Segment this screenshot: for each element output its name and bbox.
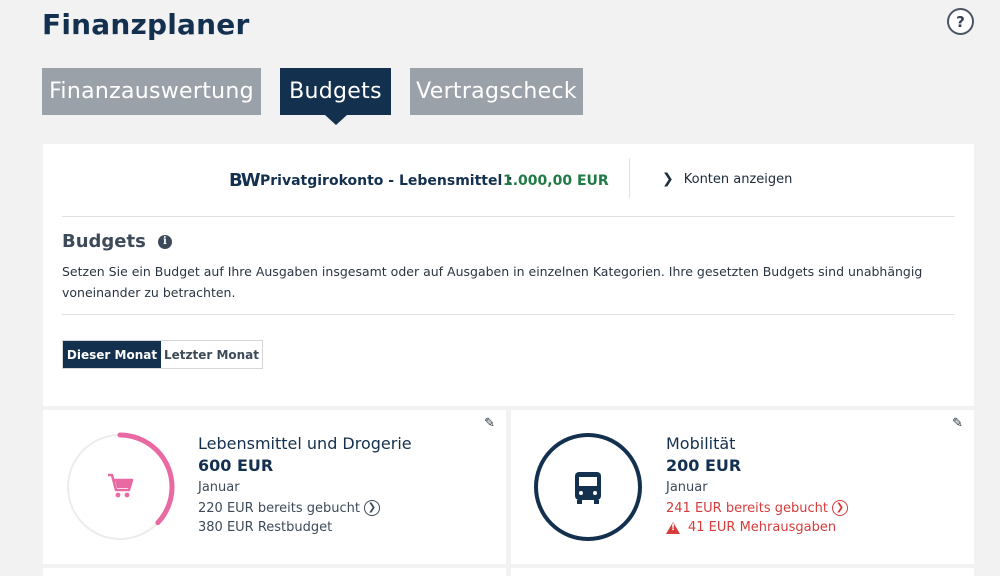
budget-amount: 600 EUR xyxy=(198,456,274,475)
edit-pencil-icon[interactable]: ✎ xyxy=(484,416,495,431)
this-month-button[interactable]: Dieser Monat xyxy=(63,341,161,368)
budget-spent[interactable]: 220 EUR bereits gebucht ❯ xyxy=(198,500,380,516)
budget-spent-text: 220 EUR bereits gebucht xyxy=(198,500,360,516)
budget-month: Januar xyxy=(198,480,240,495)
budgets-panel: BW Privatgirokonto - Lebensmittel : 1.00… xyxy=(43,144,974,406)
bus-icon xyxy=(575,472,601,504)
budget-name: Mobilität xyxy=(666,434,736,453)
tab-vertragscheck[interactable]: Vertragscheck xyxy=(410,68,583,115)
last-month-button[interactable]: Letzter Monat xyxy=(161,341,262,368)
budget-card-mobilitaet[interactable]: ✎ Mobilität 200 EUR Januar 241 EUR berei… xyxy=(511,410,974,564)
chevron-right-icon: ❯ xyxy=(662,171,674,187)
account-divider xyxy=(629,158,630,198)
bank-logo: BW xyxy=(229,170,261,191)
budget-card-next xyxy=(511,568,974,576)
app-title: Finanzplaner xyxy=(42,8,250,41)
budget-name: Lebensmittel und Drogerie xyxy=(198,434,412,453)
show-accounts-link[interactable]: ❯ Konten anzeigen xyxy=(662,171,792,187)
warning-icon xyxy=(666,521,680,534)
budget-month: Januar xyxy=(666,480,708,495)
account-row: BW Privatgirokonto - Lebensmittel : 1.00… xyxy=(43,158,974,202)
budget-overspend: 41 EUR Mehrausgaben xyxy=(666,520,836,535)
budget-rest: 380 EUR Restbudget xyxy=(198,520,332,535)
account-name: Privatgirokonto - Lebensmittel : xyxy=(260,173,513,189)
tab-budgets[interactable]: Budgets xyxy=(280,68,391,125)
divider xyxy=(62,314,955,315)
tab-finanzauswertung[interactable]: Finanzauswertung xyxy=(42,68,261,115)
show-accounts-label: Konten anzeigen xyxy=(683,171,793,187)
budget-progress-ring xyxy=(534,433,642,541)
circle-arrow-right-icon[interactable]: ❯ xyxy=(364,500,380,516)
account-balance: 1.000,00 EUR xyxy=(503,173,609,189)
section-title-text: Budgets xyxy=(62,231,146,252)
help-button[interactable]: ? xyxy=(947,8,974,35)
divider xyxy=(62,216,955,217)
budget-card-lebensmittel[interactable]: ✎ Lebensmittel und Drogerie 600 EUR Janu… xyxy=(43,410,506,564)
budget-amount: 200 EUR xyxy=(666,456,742,475)
edit-pencil-icon[interactable]: ✎ xyxy=(952,416,963,431)
budget-card-next xyxy=(43,568,506,576)
shopping-cart-icon xyxy=(108,473,134,498)
budget-spent[interactable]: 241 EUR bereits gebucht ❯ xyxy=(666,500,848,516)
section-description: Setzen Sie ein Budget auf Ihre Ausgaben … xyxy=(62,264,923,300)
section-title: Budgets i xyxy=(62,231,172,252)
info-icon[interactable]: i xyxy=(157,234,172,249)
budget-spent-text: 241 EUR bereits gebucht xyxy=(666,500,828,516)
budget-rest-text: 380 EUR Restbudget xyxy=(198,520,333,535)
circle-arrow-right-icon[interactable]: ❯ xyxy=(832,500,848,516)
budget-progress-ring xyxy=(65,432,175,542)
period-switch: Dieser Monat Letzter Monat xyxy=(62,340,263,369)
budget-overspend-text: 41 EUR Mehrausgaben xyxy=(688,520,837,535)
